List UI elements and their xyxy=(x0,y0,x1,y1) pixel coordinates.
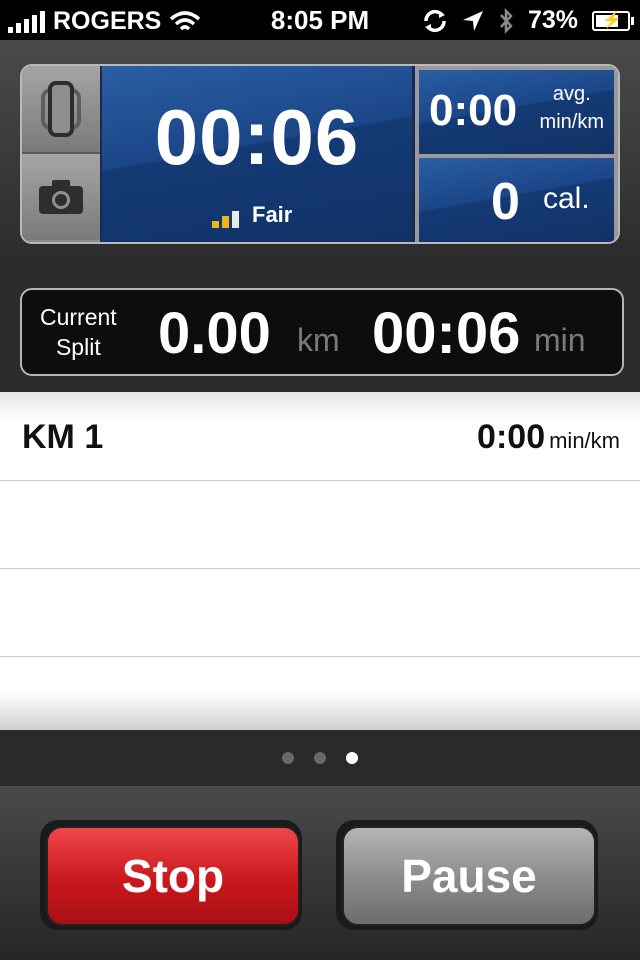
status-bar: ROGERS 8:05 PM 73% ⚡ xyxy=(0,0,640,40)
page-dot-3[interactable] xyxy=(346,752,358,764)
list-item-empty xyxy=(0,568,640,657)
stats-board: 00:06 Fair 0:00 avg. min/km 0 cal. xyxy=(20,64,620,244)
elapsed-time-display: 00:06 Fair xyxy=(102,66,412,242)
charging-bolt-icon: ⚡ xyxy=(602,11,622,29)
split-time: 00:06 xyxy=(372,301,521,366)
avg-pace-value: 0:00 xyxy=(429,86,518,135)
page-dot-2[interactable] xyxy=(314,752,326,764)
split-distance-unit: km xyxy=(297,322,340,358)
gps-quality-label: Fair xyxy=(252,202,293,227)
split-row-pace: 0:00 min/km xyxy=(477,418,620,456)
camera-icon xyxy=(39,180,83,214)
avg-pace-display: 0:00 avg. min/km xyxy=(419,70,614,154)
page-dot-1[interactable] xyxy=(282,752,294,764)
location-arrow-icon xyxy=(462,10,483,31)
list-item[interactable]: KM 1 0:00 min/km xyxy=(0,392,640,481)
gps-signal: Fair xyxy=(212,202,293,228)
calories-display: 0 cal. xyxy=(419,158,614,242)
bluetooth-icon xyxy=(500,7,513,34)
camera-button[interactable] xyxy=(22,154,100,240)
battery-icon: ⚡ xyxy=(592,10,634,31)
rotate-view-button[interactable] xyxy=(22,66,100,154)
split-distance: 0.00 xyxy=(158,301,271,366)
pause-button[interactable]: Pause xyxy=(342,826,596,926)
control-bar: Stop Pause xyxy=(0,786,640,960)
page-indicator[interactable] xyxy=(0,730,640,786)
calories-value: 0 xyxy=(491,173,520,231)
avg-pace-unit: avg. min/km xyxy=(539,83,604,133)
phone-rotate-icon xyxy=(41,81,81,137)
run-dashboard: 00:06 Fair 0:00 avg. min/km 0 cal. xyxy=(0,40,640,274)
list-item-empty xyxy=(0,480,640,569)
gps-bar-3 xyxy=(232,211,239,228)
battery-percent: 73% xyxy=(527,6,578,34)
gps-bar-2 xyxy=(222,216,229,228)
splits-list[interactable]: KM 1 0:00 min/km xyxy=(0,392,640,730)
calories-unit: cal. xyxy=(543,182,590,215)
split-row-label: KM 1 xyxy=(22,418,104,456)
elapsed-time: 00:06 xyxy=(154,93,360,181)
gps-bar-1 xyxy=(212,221,219,228)
current-split-label: Current Split xyxy=(40,304,117,360)
current-split-bar: Current Split 0.00 km 00:06 min xyxy=(20,288,624,376)
stop-button[interactable]: Stop xyxy=(46,826,300,926)
split-time-unit: min xyxy=(534,322,586,358)
sync-icon xyxy=(424,9,446,32)
